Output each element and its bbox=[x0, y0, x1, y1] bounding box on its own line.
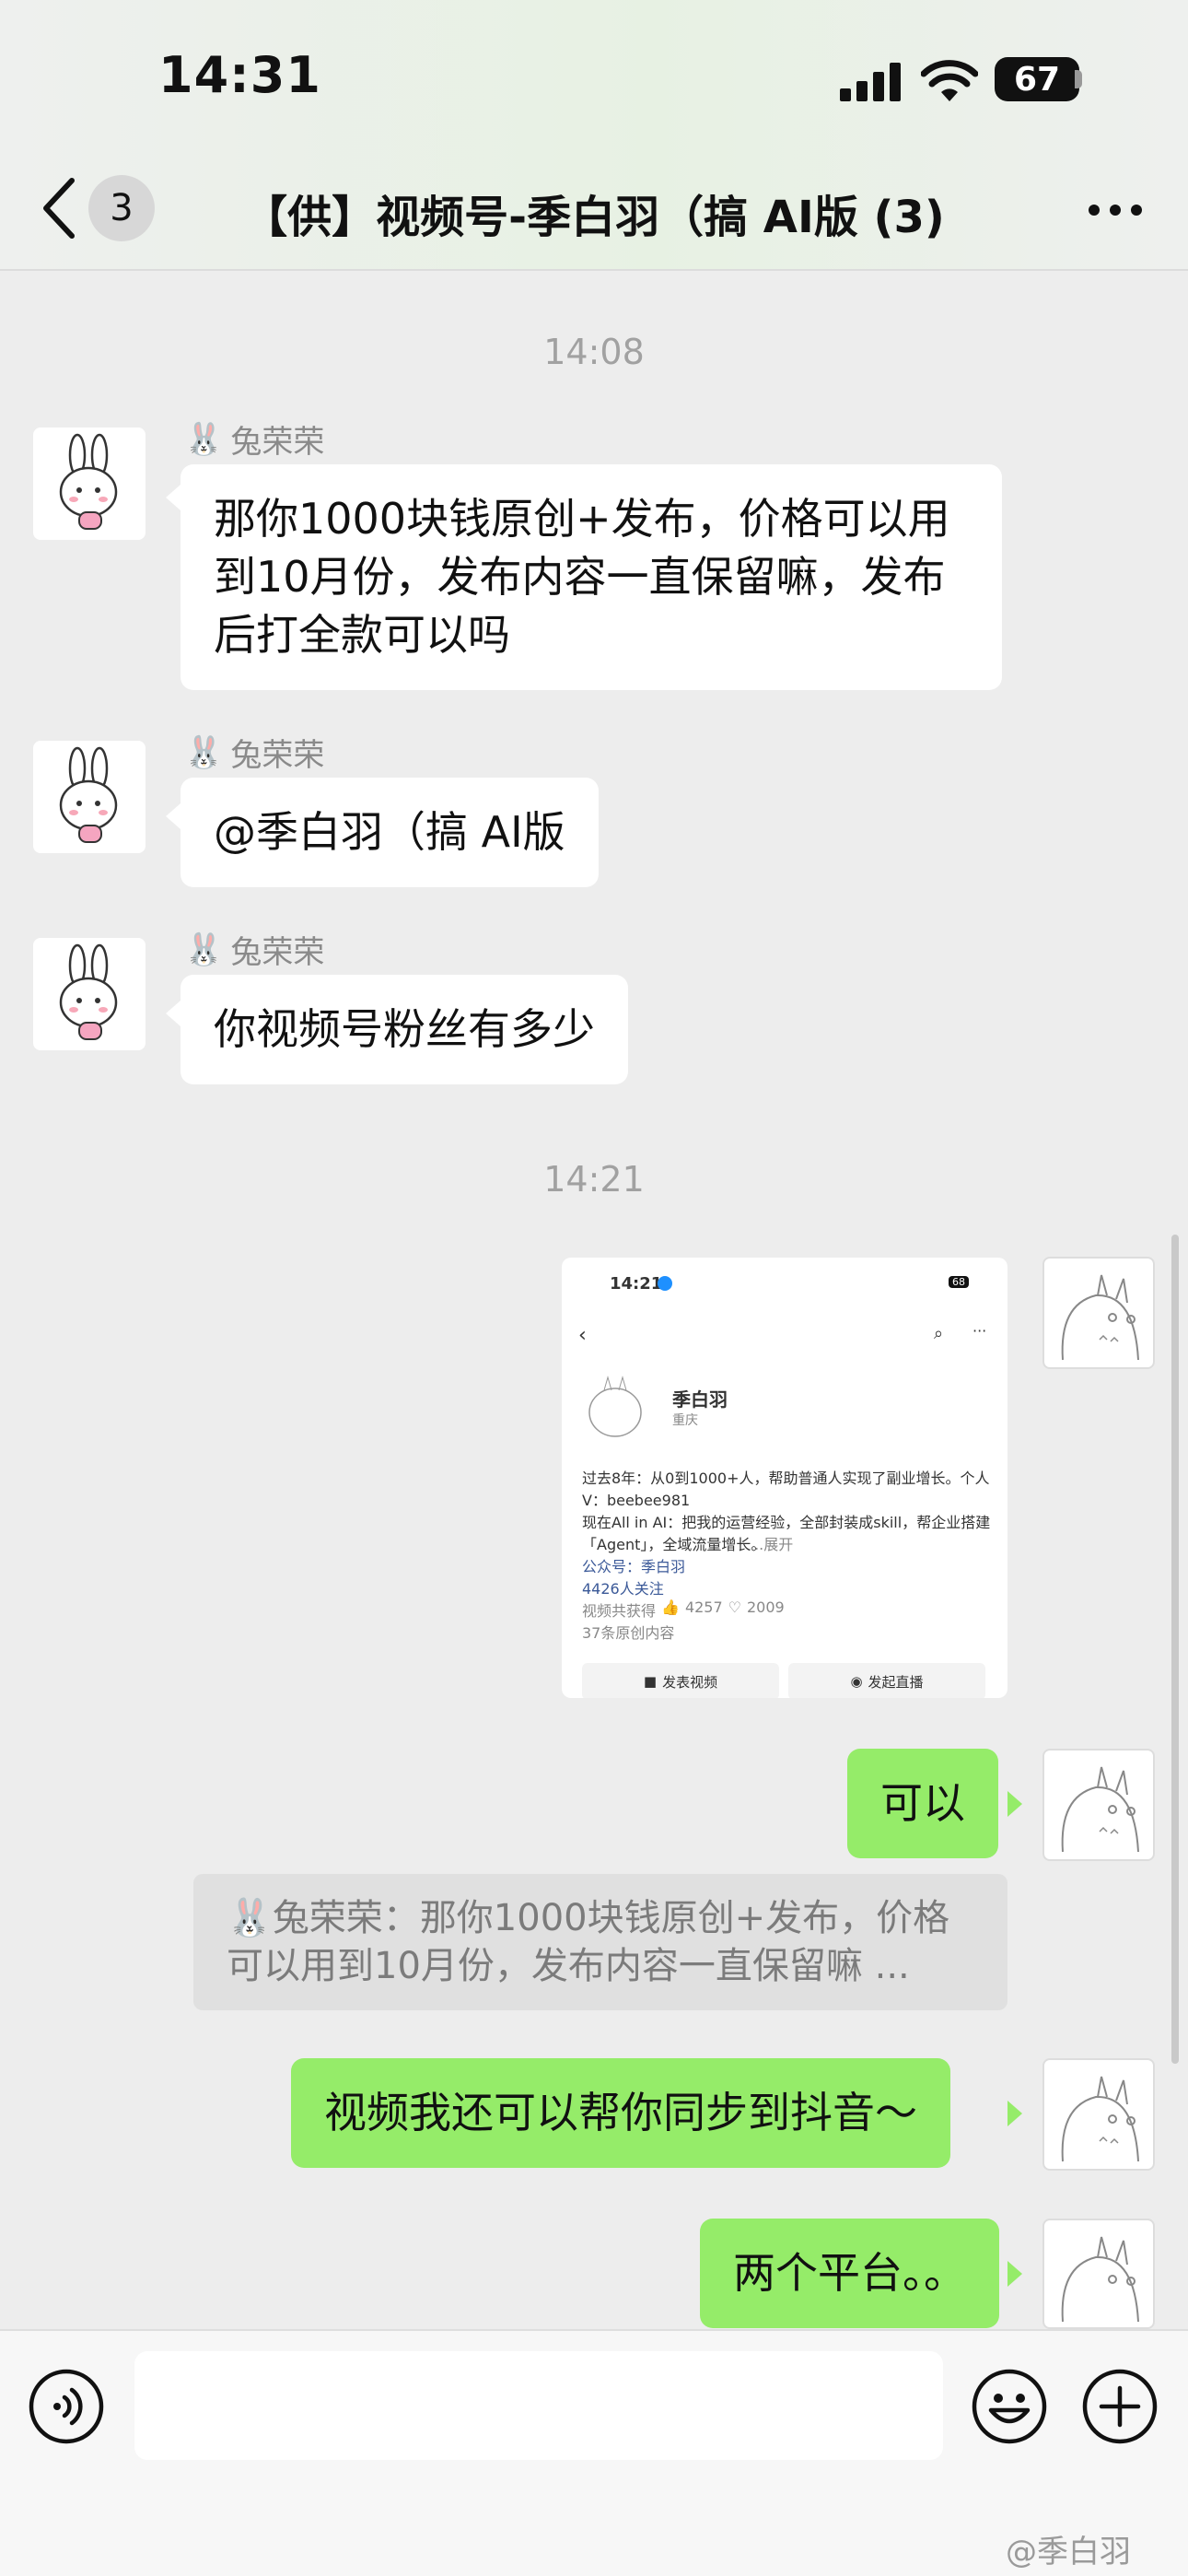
message-bubble[interactable]: @季白羽（搞 AI版 bbox=[181, 778, 599, 887]
shot-expand: ...展开 bbox=[750, 1536, 794, 1553]
signal-icon bbox=[840, 63, 901, 101]
rabbit-emoji-icon: 🐰 bbox=[184, 733, 224, 771]
my-message-bubble[interactable]: 可以 bbox=[847, 1749, 998, 1858]
shot-avatar bbox=[588, 1376, 642, 1437]
quoted-message[interactable]: 🐰兔荣荣：那你1000块钱原创+发布，价格可以用到10月份，发布内容一直保留嘛 … bbox=[193, 1874, 1007, 2010]
shot-time: 14:21 bbox=[610, 1274, 663, 1294]
shot-search-icon: ⌕ bbox=[934, 1324, 944, 1343]
sender-name: 🐰 兔荣荣 bbox=[184, 733, 325, 775]
shot-name: 季白羽 bbox=[672, 1388, 728, 1411]
battery-cap bbox=[1075, 70, 1082, 88]
bubble-tail bbox=[166, 803, 181, 829]
avatar-rabbit[interactable] bbox=[33, 938, 146, 1050]
timestamp: 14:21 bbox=[543, 1159, 645, 1200]
thumb-icon: 👍 bbox=[661, 1598, 680, 1616]
shot-back-icon: ‹ bbox=[578, 1324, 587, 1347]
bubble-tail bbox=[166, 485, 181, 510]
plus-icon[interactable] bbox=[1081, 2368, 1159, 2445]
message-bubble[interactable]: 那你1000块钱原创+发布，价格可以用到10月份，发布内容一直保留嘛，发布后打全… bbox=[181, 464, 1002, 690]
heart-icon: ♡ bbox=[728, 1598, 741, 1616]
rabbit-emoji-icon: 🐰 bbox=[184, 931, 224, 968]
bubble-tail bbox=[1007, 1791, 1022, 1817]
battery-icon: 67 bbox=[995, 57, 1079, 101]
shot-location: 重庆 bbox=[672, 1413, 698, 1428]
unread-badge[interactable]: 3 bbox=[88, 175, 155, 241]
wifi-icon bbox=[921, 60, 978, 101]
bubble-tail bbox=[1007, 2261, 1022, 2287]
shot-bio: 现在All in AI：把我的运营经验，全部封装成skill，帮企业搭建 bbox=[582, 1514, 991, 1531]
shot-stats: 视频共获得 👍 4257 ♡ 2009 bbox=[582, 1598, 785, 1620]
rabbit-emoji-icon: 🐰 bbox=[227, 1897, 273, 1939]
shot-original: 37条原创内容 bbox=[582, 1624, 675, 1642]
shot-bio: V：beebee981 bbox=[582, 1492, 691, 1509]
bubble-tail bbox=[166, 1001, 181, 1026]
shot-more-icon: ··· bbox=[973, 1322, 987, 1340]
sender-name: 🐰 兔荣荣 bbox=[184, 931, 325, 972]
my-message-bubble[interactable]: 视频我还可以帮你同步到抖音～ bbox=[291, 2058, 950, 2168]
avatar-rabbit[interactable] bbox=[33, 741, 146, 853]
avatar-self[interactable] bbox=[1042, 1257, 1155, 1369]
camera-icon: ■ bbox=[643, 1673, 658, 1690]
rabbit-emoji-icon: 🐰 bbox=[184, 420, 224, 458]
message-bubble[interactable]: 你视频号粉丝有多少 bbox=[181, 975, 628, 1084]
bubble-tail bbox=[1007, 2101, 1022, 2126]
chat-title: 【供】视频号-季白羽（搞 AI版 (3) bbox=[243, 192, 945, 243]
emoji-icon[interactable] bbox=[971, 2368, 1048, 2445]
shot-account: 公众号：季白羽 bbox=[582, 1558, 686, 1575]
more-icon[interactable] bbox=[1087, 203, 1144, 217]
avatar-rabbit[interactable] bbox=[33, 427, 146, 540]
shot-battery: 68 bbox=[949, 1276, 969, 1288]
timestamp: 14:08 bbox=[543, 332, 645, 372]
status-time: 14:31 bbox=[158, 46, 321, 104]
shot-live-button: ◉ 发起直播 bbox=[788, 1663, 985, 1698]
sender-name: 🐰 兔荣荣 bbox=[184, 420, 325, 462]
shared-screenshot-image[interactable]: 14:21 68 ‹ ⌕ ··· 季白羽 重庆 过去8年：从0到1000+人，帮… bbox=[562, 1258, 1007, 1698]
back-arrow-icon[interactable] bbox=[37, 173, 79, 243]
avatar-self[interactable] bbox=[1042, 1749, 1155, 1861]
avatar-self[interactable] bbox=[1042, 2058, 1155, 2171]
shot-bio: 过去8年：从0到1000+人，帮助普通人实现了副业增长。个人 bbox=[582, 1469, 990, 1487]
voice-icon[interactable] bbox=[28, 2368, 105, 2445]
message-input[interactable] bbox=[134, 2351, 943, 2460]
avatar-self[interactable] bbox=[1042, 2219, 1155, 2329]
live-icon: ◉ bbox=[850, 1673, 863, 1690]
scrollbar[interactable] bbox=[1171, 1235, 1179, 2064]
shot-post-button: ■ 发表视频 bbox=[582, 1663, 779, 1698]
watermark: @季白羽 bbox=[1006, 2534, 1131, 2570]
my-message-bubble[interactable]: 两个平台。。 bbox=[700, 2219, 999, 2328]
shot-location-icon bbox=[658, 1276, 672, 1291]
shot-followers: 4426人关注 bbox=[582, 1580, 664, 1598]
shot-bio: 「Agent」，全域流量增长。 bbox=[582, 1536, 766, 1553]
